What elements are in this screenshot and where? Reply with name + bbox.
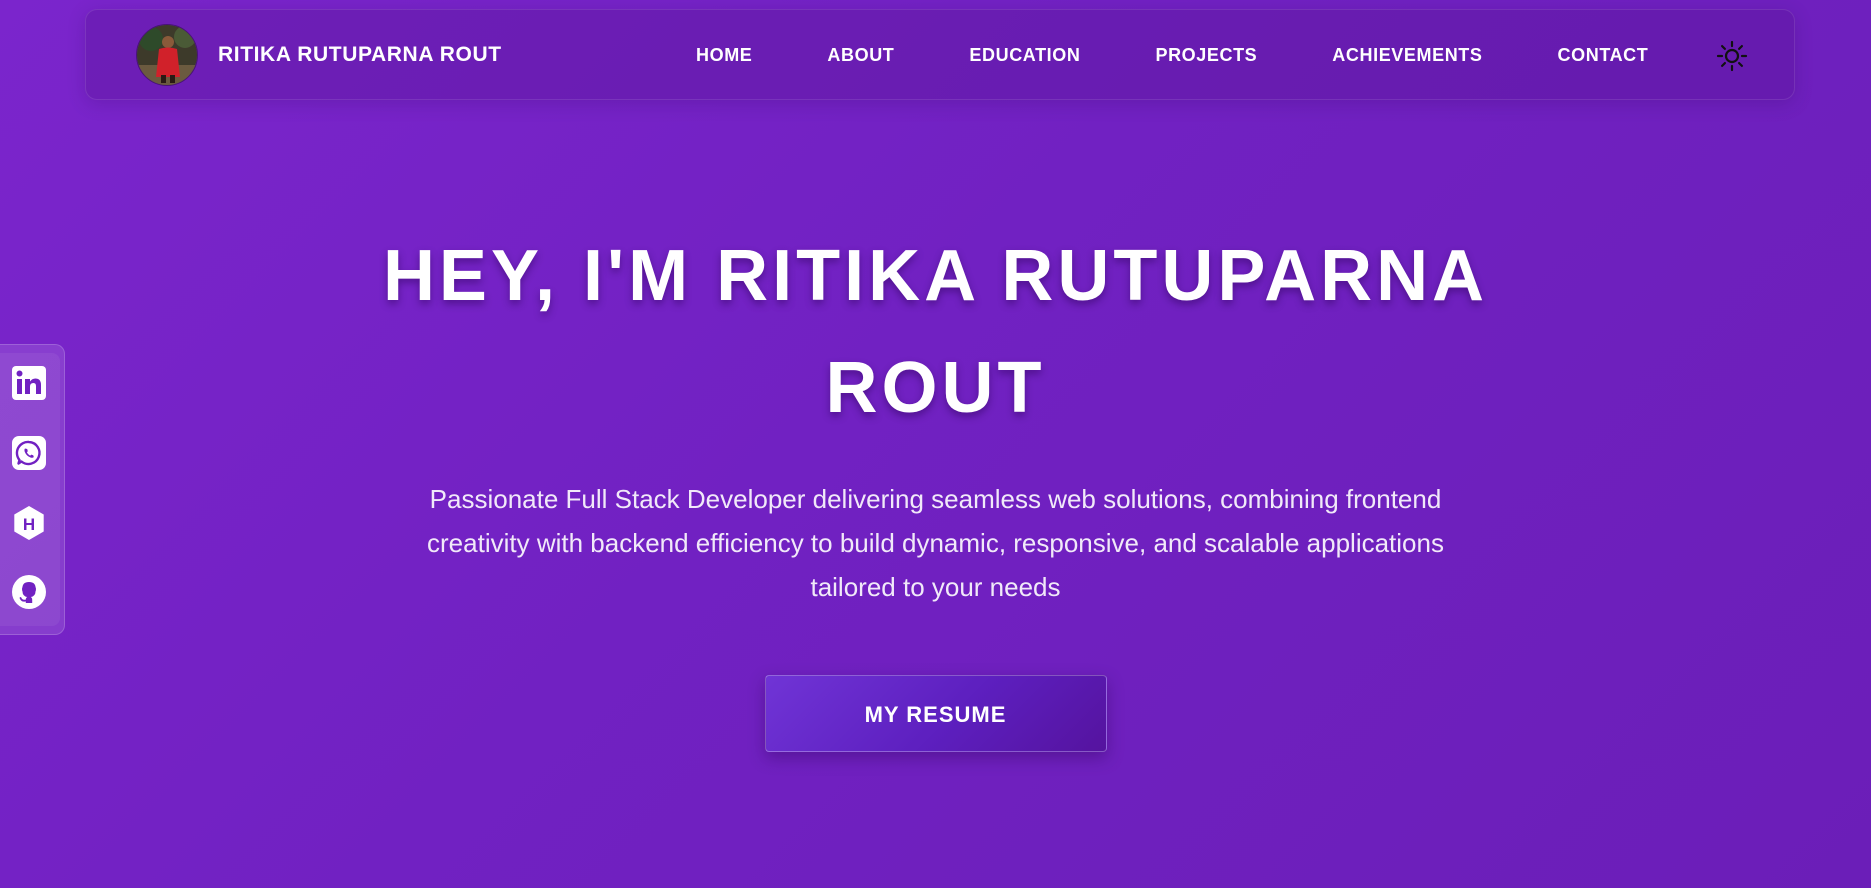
- nav-projects[interactable]: PROJECTS: [1155, 45, 1257, 66]
- brand-name: RITIKA RUTUPARNA ROUT: [218, 43, 502, 66]
- avatar: [136, 24, 198, 86]
- theme-toggle-button[interactable]: [1715, 39, 1749, 73]
- navbar: RITIKA RUTUPARNA ROUT HOME ABOUT EDUCATI…: [85, 9, 1795, 100]
- nav-achievements[interactable]: ACHIEVEMENTS: [1332, 45, 1482, 66]
- hero-subtitle: Passionate Full Stack Developer deliveri…: [427, 484, 1444, 602]
- hero-section: HEY, I'M RITIKA RUTUPARNA ROUT Passionat…: [0, 220, 1871, 752]
- nav-home[interactable]: HOME: [696, 45, 752, 66]
- nav-links: HOME ABOUT EDUCATION PROJECTS ACHIEVEMEN…: [696, 10, 1648, 101]
- hero-title: HEY, I'M RITIKA RUTUPARNA ROUT: [382, 236, 1489, 428]
- resume-button[interactable]: MY RESUME: [764, 675, 1107, 752]
- nav-contact[interactable]: CONTACT: [1558, 45, 1649, 66]
- brand-link[interactable]: RITIKA RUTUPARNA ROUT: [136, 24, 502, 86]
- nav-about[interactable]: ABOUT: [827, 45, 894, 66]
- nav-education[interactable]: EDUCATION: [969, 45, 1080, 66]
- sun-icon: [1716, 40, 1748, 72]
